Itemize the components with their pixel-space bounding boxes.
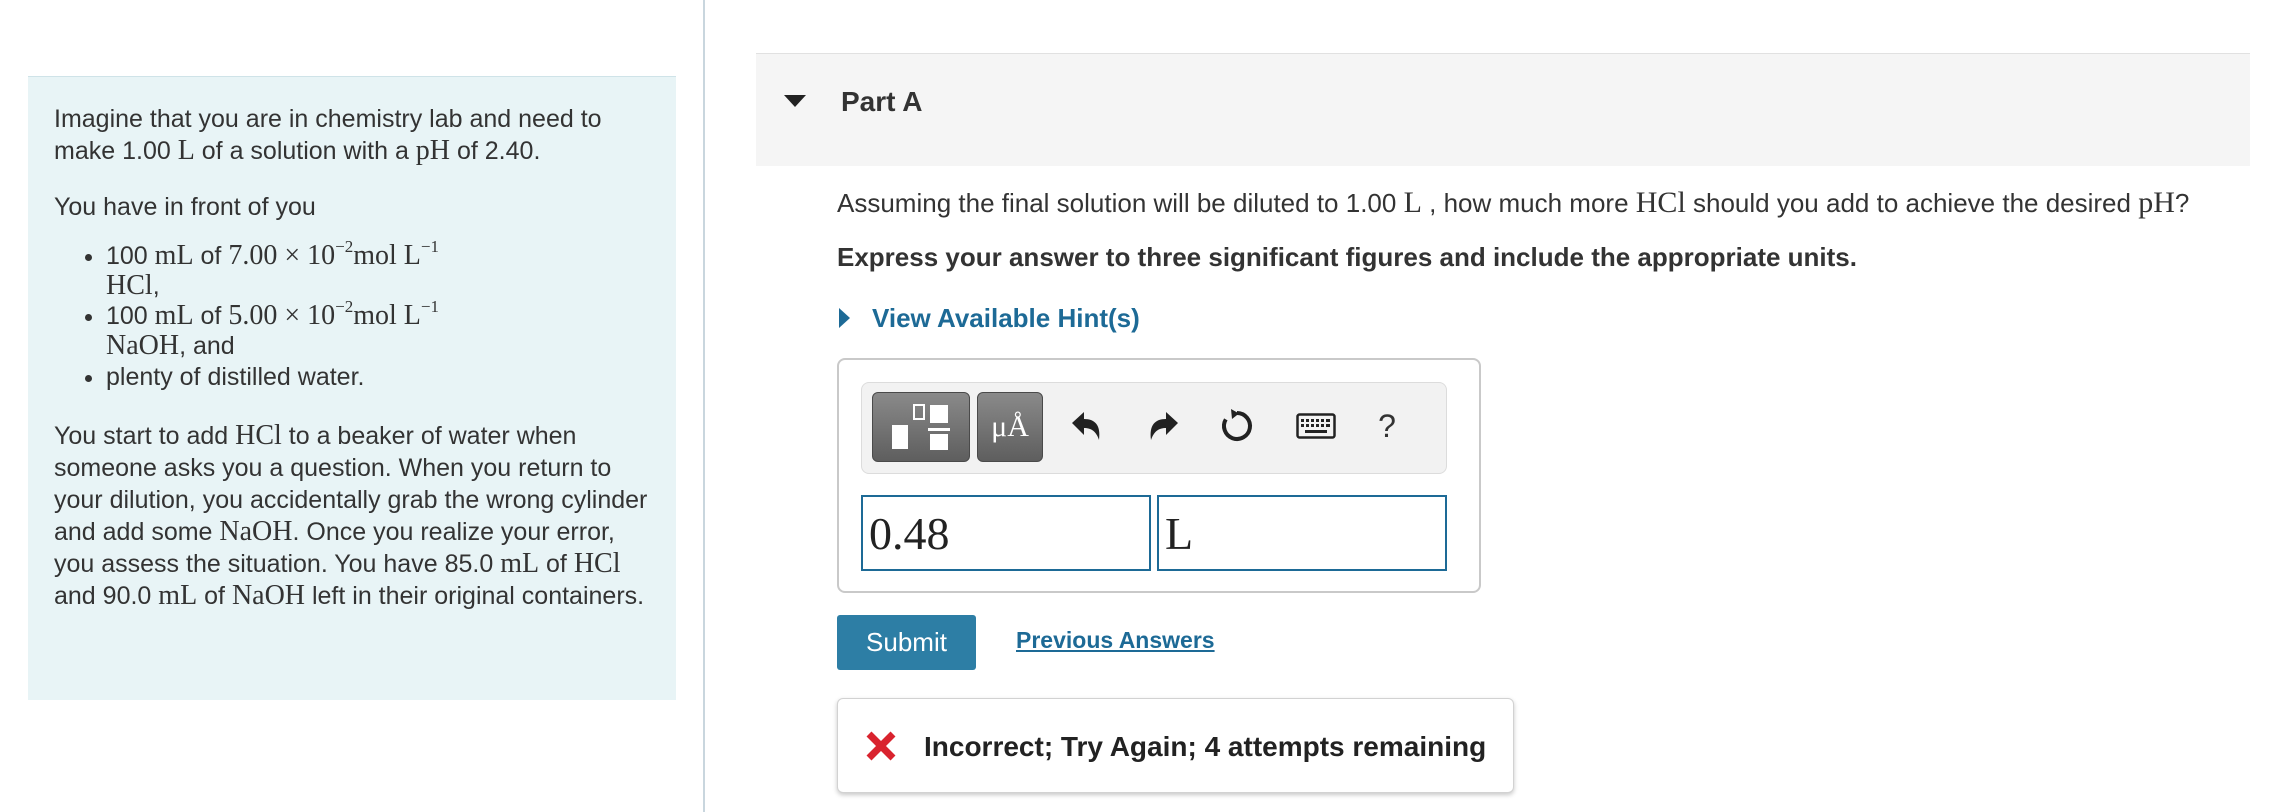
templates-icon — [892, 404, 950, 450]
undo-icon[interactable] — [1062, 401, 1112, 451]
scenario-f: of — [197, 582, 232, 610]
item2-trail: , and — [179, 332, 235, 360]
scenario-g: left in their original containers. — [305, 582, 645, 610]
scenario-d: of — [539, 550, 574, 578]
item1-amount: 100 — [106, 242, 148, 270]
list-item-water: plenty of distilled water. — [106, 361, 650, 394]
item1-value: 7.00 × 10 — [228, 240, 336, 271]
item1-of: of — [193, 242, 229, 270]
panel-divider — [703, 0, 705, 812]
item1-unit: mL — [154, 240, 194, 271]
problem-scenario: You start to add HCl to a beaker of wate… — [54, 420, 650, 612]
list-item-hcl: 100 mL of 7.00 × 10−2mol L−1 HCl, — [106, 238, 650, 301]
feedback-banner: Incorrect; Try Again; 4 attempts remaini… — [837, 698, 1514, 793]
item2-unit: mL — [154, 300, 194, 331]
problem-statement-panel: Imagine that you are in chemistry lab an… — [28, 76, 676, 700]
answer-units-input[interactable]: L — [1157, 495, 1447, 571]
answer-box: μÅ ? 0.48 L — [837, 358, 1481, 593]
item2-of: of — [193, 302, 229, 330]
answer-instruction: Express your answer to three significant… — [837, 242, 1857, 272]
help-button[interactable]: ? — [1362, 401, 1412, 451]
item1-mol-exponent: −1 — [420, 237, 439, 257]
list-item-naoh: 100 mL of 5.00 × 10−2mol L−1 NaOH, and — [106, 298, 650, 361]
question-part-2: , how much more — [1421, 188, 1636, 218]
submit-button[interactable]: Submit — [837, 615, 976, 670]
intro-ph: pH — [415, 135, 451, 166]
part-title: Part A — [841, 86, 923, 117]
intro-ph-value: 2.40 — [484, 137, 534, 165]
scenario-naoh: NaOH — [219, 516, 293, 547]
item2-mol-exponent: −1 — [420, 297, 439, 317]
view-hints-toggle[interactable]: View Available Hint(s) — [837, 301, 1140, 335]
scenario-hcl: HCl — [235, 420, 282, 451]
materials-list: 100 mL of 7.00 × 10−2mol L−1HCl, 100 mL … — [54, 238, 650, 394]
item1-trail: , — [152, 272, 160, 300]
previous-answers-link[interactable]: Previous Answers — [1016, 627, 1215, 654]
item2-amount: 100 — [106, 302, 148, 330]
question-ph: pH — [2138, 186, 2175, 219]
item2-exponent: −2 — [335, 297, 354, 317]
templates-button[interactable] — [872, 392, 970, 462]
intro-text-4: . — [533, 137, 541, 165]
item2-mol: mol L — [353, 300, 421, 331]
incorrect-x-icon — [866, 731, 896, 761]
question-hcl: HCl — [1635, 186, 1686, 219]
redo-icon[interactable] — [1138, 401, 1188, 451]
reset-icon[interactable] — [1212, 401, 1262, 451]
intro-volume: 1.00 — [122, 137, 171, 165]
item2-compound: NaOH — [106, 330, 180, 361]
view-hints-label[interactable]: View Available Hint(s) — [872, 303, 1140, 334]
units-button[interactable]: μÅ — [977, 392, 1043, 462]
answer-value-input[interactable]: 0.48 — [861, 495, 1151, 571]
item1-exponent: −2 — [335, 237, 354, 257]
item1-mol: mol L — [353, 240, 421, 271]
problem-intro: Imagine that you are in chemistry lab an… — [54, 103, 650, 167]
question-text: Assuming the final solution will be dilu… — [837, 186, 2189, 220]
keyboard-icon[interactable] — [1286, 401, 1346, 451]
scenario-e: and — [54, 582, 103, 610]
scenario-a: You start to add — [54, 422, 236, 450]
part-a-header[interactable]: Part A — [756, 53, 2250, 166]
scenario-ml-1: mL — [500, 548, 540, 579]
intro-text-3: of — [450, 137, 485, 165]
you-have-text: You have in front of you — [54, 193, 316, 221]
item2-value: 5.00 × 10 — [228, 300, 336, 331]
question-part-3: should you add to achieve the desired — [1685, 188, 2139, 218]
math-toolbar: μÅ ? — [861, 382, 1447, 474]
question-part-4: ? — [2174, 188, 2190, 218]
scenario-naoh-2: NaOH — [231, 580, 306, 611]
scenario-hcl-2: HCl — [573, 548, 621, 579]
collapse-caret-icon[interactable] — [784, 95, 806, 107]
question-unit: L — [1403, 186, 1422, 219]
scenario-volume-2: 90.0 — [102, 582, 152, 610]
question-part-1: Assuming the final solution will be dilu… — [837, 188, 1346, 218]
intro-text-2: of a solution with a — [194, 137, 416, 165]
item1-compound: HCl — [106, 270, 153, 301]
scenario-volume-1: 85.0 — [444, 550, 494, 578]
feedback-message: Incorrect; Try Again; 4 attempts remaini… — [924, 731, 1487, 762]
question-volume: 1.00 — [1345, 188, 1397, 218]
intro-unit: L — [177, 135, 195, 166]
scenario-ml-2: mL — [158, 580, 198, 611]
caret-right-icon — [839, 308, 850, 328]
